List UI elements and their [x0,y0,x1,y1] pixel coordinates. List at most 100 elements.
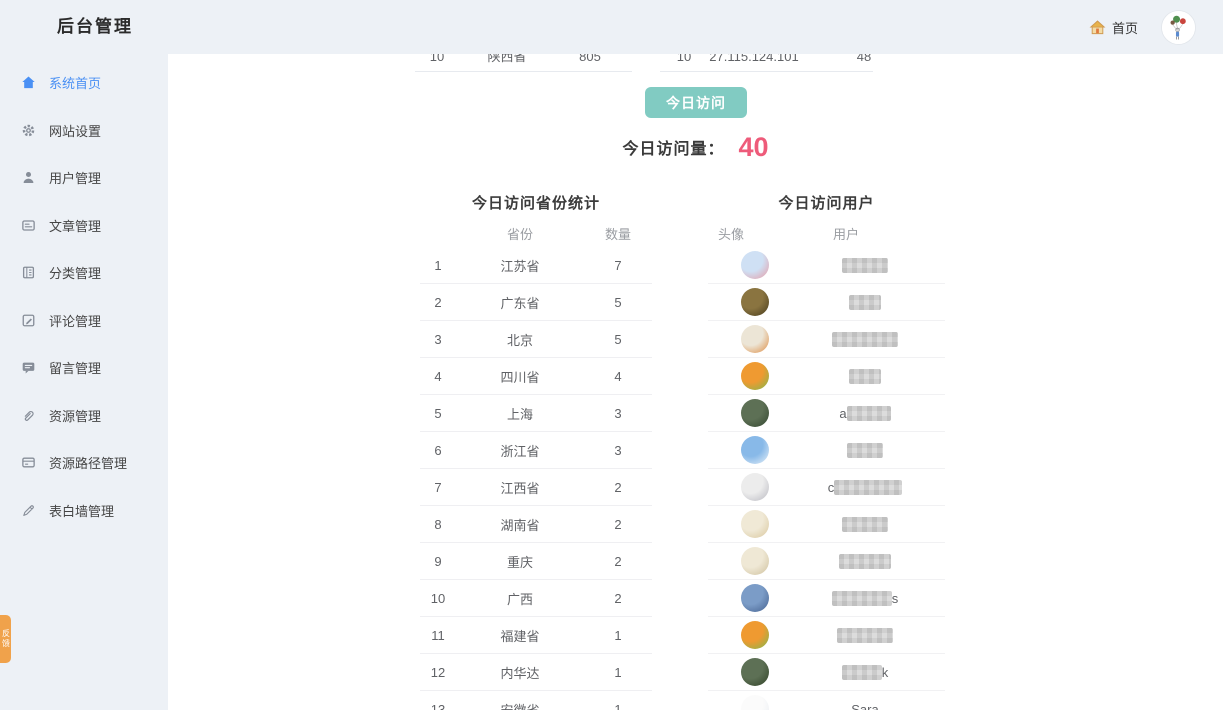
avatar-cell [708,251,802,279]
user-table-row: c [708,469,945,506]
row-province: 浙江省 [456,441,584,460]
sidebar-item[interactable]: 系统首页 [0,59,168,107]
row-province: 上海 [456,404,584,423]
row-count: 5 [584,332,652,347]
avatar-cell [708,473,802,501]
row-count: 2 [584,480,652,495]
top-row-province: 陕西省 [487,54,526,67]
row-count: 3 [584,406,652,421]
row-rank: 8 [420,517,456,532]
feedback-edge-tag[interactable]: 反馈 [0,615,11,663]
censored-name-block [847,406,891,421]
top-bar: 后台管理 首页 [0,0,1223,54]
row-province: 内华达 [456,663,584,682]
sidebar-item-icon [21,123,36,138]
province-table-row: 1 江苏省 7 [420,247,652,284]
sidebar-item-icon [21,265,36,280]
sidebar-item-label: 留言管理 [49,358,101,377]
sidebar-item[interactable]: 表白墙管理 [0,487,168,535]
user-avatar-thumbnail[interactable] [741,658,769,686]
row-count: 1 [584,665,652,680]
sidebar-item[interactable]: 文章管理 [0,202,168,250]
censored-name-block [847,443,883,458]
user-avatar-thumbnail[interactable] [741,510,769,538]
user-name-cell [802,443,928,458]
censored-name-block [839,554,891,569]
row-rank: 6 [420,443,456,458]
user-avatar-thumbnail[interactable] [741,547,769,575]
user-avatar-thumbnail[interactable] [741,325,769,353]
row-rank: 1 [420,258,456,273]
row-count: 2 [584,554,652,569]
user-avatar-thumbnail[interactable] [741,399,769,427]
table-divider [415,71,632,72]
sidebar-item[interactable]: 资源路径管理 [0,439,168,487]
user-name: Sara [851,702,878,710]
user-avatar-thumbnail[interactable] [741,473,769,501]
province-table-row: 5 上海 3 [420,395,652,432]
user-avatar-thumbnail[interactable] [741,251,769,279]
province-table-row: 6 浙江省 3 [420,432,652,469]
home-link-label: 首页 [1112,18,1138,37]
sidebar-item-label: 文章管理 [49,216,101,235]
user-name-cell [802,332,928,347]
user-table-row [708,321,945,358]
sidebar-item-label: 分类管理 [49,263,101,282]
censored-name-block [842,665,882,680]
user-name-cell: a [802,406,928,421]
col-avatar: 头像 [708,225,754,245]
main-content: 10 陕西省 805 10 27.115.124.101 48 今日访问 今日访… [168,54,1223,710]
province-table-header: 省份 数量 [420,225,652,245]
user-avatar-thumbnail[interactable] [741,621,769,649]
sidebar-item-label: 用户管理 [49,168,101,187]
row-rank: 10 [420,591,456,606]
row-count: 5 [584,295,652,310]
top-row-rank-left: 10 [430,54,444,67]
user-avatar-thumbnail[interactable] [741,436,769,464]
sidebar-item[interactable]: 资源管理 [0,392,168,440]
sidebar-item-label: 表白墙管理 [49,501,114,520]
user-table-row: Sara [708,691,945,710]
sidebar-item-icon [21,170,36,185]
top-row-count-left: 805 [579,54,601,67]
sidebar-item[interactable]: 评论管理 [0,297,168,345]
sidebar-item-label: 网站设置 [49,121,101,140]
user-avatar[interactable] [1162,11,1195,44]
today-visits-button[interactable]: 今日访问 [645,87,747,118]
top-row-rank-right: 10 [677,54,691,67]
user-name-cell: k [802,665,928,680]
sidebar-item[interactable]: 留言管理 [0,344,168,392]
user-avatar-thumbnail[interactable] [741,584,769,612]
province-table-row: 7 江西省 2 [420,469,652,506]
sidebar-item[interactable]: 用户管理 [0,154,168,202]
user-avatar-thumbnail[interactable] [741,288,769,316]
censored-name-block [842,517,888,532]
avatar-cell [708,547,802,575]
col-province: 省份 [456,225,584,245]
balloon-figure-illustration [1162,11,1195,44]
row-rank: 4 [420,369,456,384]
sidebar-item[interactable]: 分类管理 [0,249,168,297]
user-avatar-thumbnail[interactable] [741,362,769,390]
avatar-cell [708,584,802,612]
avatar-cell [708,288,802,316]
province-table-row: 4 四川省 4 [420,358,652,395]
row-rank: 9 [420,554,456,569]
sidebar-item-icon [21,313,36,328]
user-table-row [708,617,945,654]
row-province: 广西 [456,589,584,608]
row-province: 重庆 [456,552,584,571]
user-avatar-thumbnail[interactable] [741,695,769,710]
user-table-row: s [708,580,945,617]
row-rank: 3 [420,332,456,347]
row-rank: 5 [420,406,456,421]
user-name-cell: s [802,591,928,606]
user-name-cell [802,628,928,643]
row-province: 湖南省 [456,515,584,534]
sidebar-item-label: 系统首页 [49,73,101,92]
sidebar-item[interactable]: 网站设置 [0,107,168,155]
user-name-prefix: a [839,406,846,421]
avatar-cell [708,362,802,390]
home-link[interactable]: 首页 [1089,18,1138,37]
row-province: 江苏省 [456,256,584,275]
